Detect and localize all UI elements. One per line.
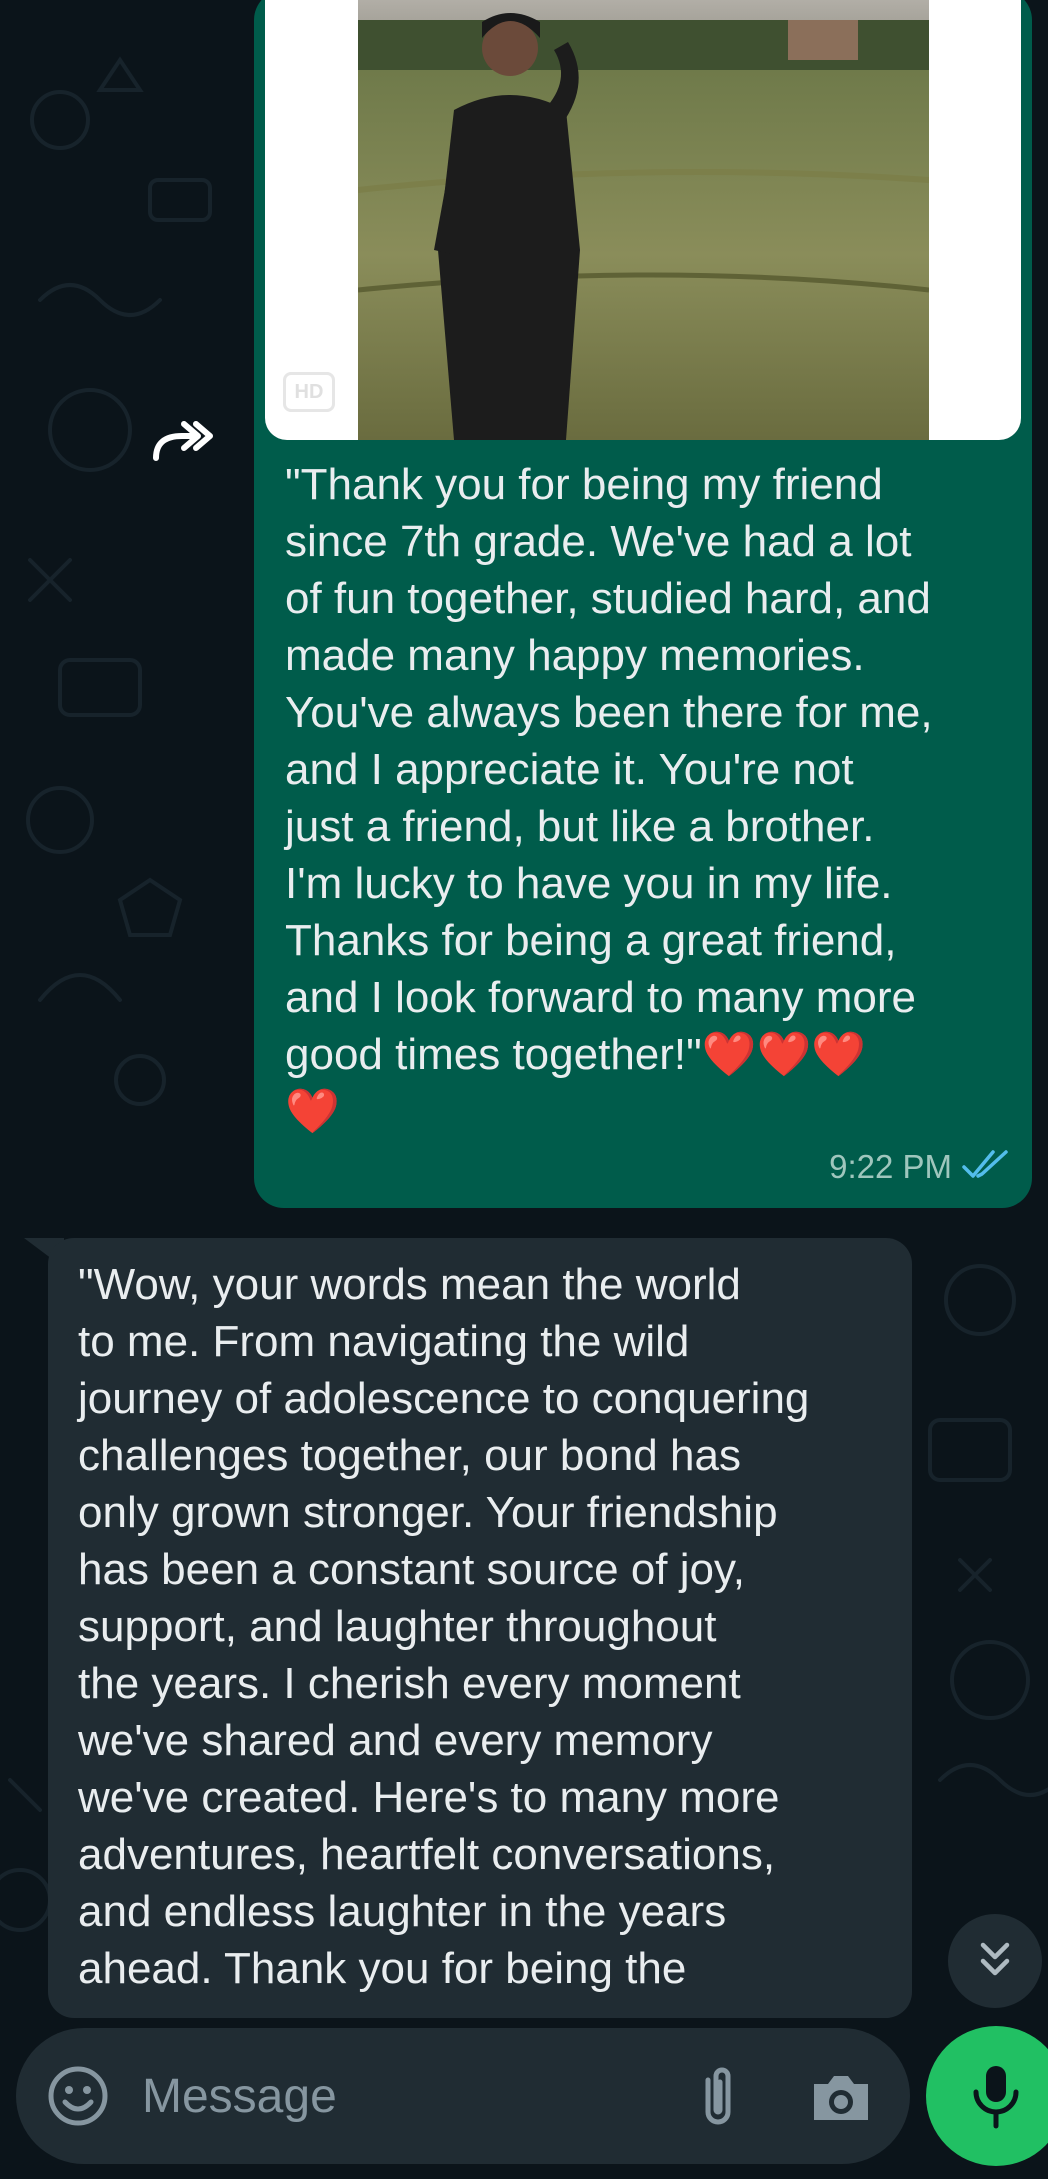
media-attachment[interactable]: HD (265, 0, 1021, 440)
forward-icon[interactable] (148, 410, 214, 476)
outgoing-message-text: "Thank you for being my friend since 7th… (285, 460, 933, 1136)
emoji-icon[interactable] (46, 2064, 110, 2128)
incoming-message-text: "Wow, your words mean the world to me. F… (78, 1260, 810, 1993)
paperclip-icon[interactable] (682, 2060, 754, 2132)
incoming-message-bubble[interactable]: "Wow, your words mean the world to me. F… (48, 1238, 912, 2018)
scroll-to-bottom-button[interactable] (948, 1914, 1042, 2008)
message-composer (16, 2028, 910, 2164)
message-input[interactable] (142, 2058, 662, 2134)
hd-badge: HD (283, 372, 335, 412)
microphone-icon (973, 2066, 1019, 2129)
double-check-read-icon (962, 1149, 1010, 1186)
double-chevron-down-icon (973, 1937, 1017, 1986)
message-time: 9:22 PM (829, 1148, 952, 1185)
camera-icon[interactable] (806, 2062, 876, 2132)
message-meta: 9:22 PM (829, 1148, 1010, 1186)
outgoing-message-bubble[interactable]: HD "Thank you for being my friend since … (254, 0, 1032, 1208)
photo-image[interactable] (358, 0, 929, 440)
